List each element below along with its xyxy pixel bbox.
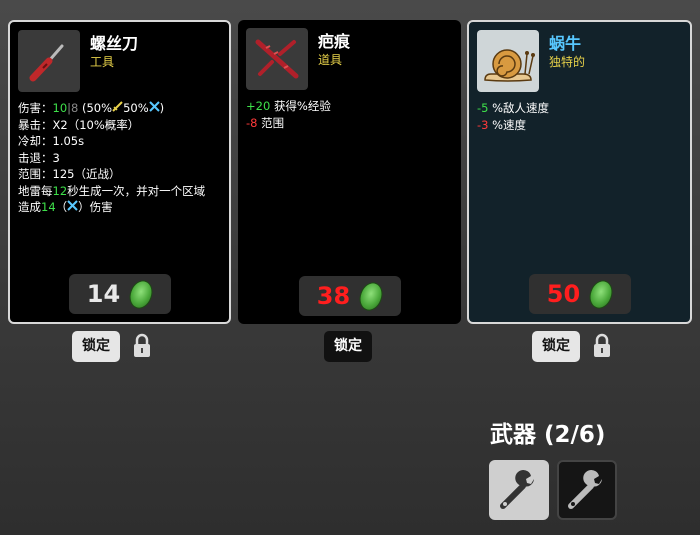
effect-line: +20 获得%经验 <box>246 99 331 113</box>
weapons-title: 武器 (2/6) <box>490 422 606 448</box>
padlock-icon[interactable] <box>131 333 153 359</box>
snail-icon <box>477 30 539 92</box>
lock-button[interactable]: 锁定 <box>72 331 120 362</box>
weapon-stats: 伤害：10|8 (50% 50%) 暴击：X2（10%概率） 冷却：1.05s 击… <box>18 100 205 216</box>
price-value: 50 <box>546 280 581 308</box>
wrench-icon <box>568 470 602 509</box>
lock-button[interactable]: 锁定 <box>532 331 580 362</box>
crossed-tools-icon <box>67 200 78 211</box>
weapon-slot[interactable] <box>489 460 549 520</box>
price-value: 14 <box>86 280 121 308</box>
item-effects: -5 %敌人速度 -3 %速度 <box>477 100 549 133</box>
coin-icon <box>125 276 157 312</box>
sword-icon <box>112 101 123 112</box>
coin-icon <box>585 276 617 312</box>
scar-icon <box>246 28 308 90</box>
price-tag[interactable]: 50 <box>528 274 631 314</box>
price-tag[interactable]: 38 <box>298 276 401 316</box>
price-value: 38 <box>316 282 351 310</box>
cooldown-line: 冷却：1.05s <box>18 134 85 148</box>
range-line: 范围：125（近战） <box>18 167 121 181</box>
item-effects: +20 获得%经验 -8 范围 <box>246 98 331 131</box>
card-title: 蜗牛 <box>549 34 582 53</box>
card-title: 疤痕 <box>318 32 351 51</box>
card-type: 工具 <box>90 55 115 69</box>
lock-button[interactable]: 锁定 <box>324 331 372 362</box>
effect-line: -5 %敌人速度 <box>477 101 550 115</box>
knockback-line: 击退：3 <box>18 150 60 165</box>
effect-line: -8 范围 <box>246 115 285 130</box>
shop-card-screwdriver[interactable]: 螺丝刀 工具 伤害：10|8 (50% 50%) 暴击：X2（10%概率） 冷却：… <box>8 20 231 324</box>
shop-card-snail[interactable]: 蜗牛 独特的 -5 %敌人速度 -3 %速度 50 <box>467 20 692 324</box>
weapon-slot[interactable] <box>557 460 617 520</box>
shop-card-scar[interactable]: 疤痕 道具 +20 获得%经验 -8 范围 38 <box>238 20 461 324</box>
padlock-icon[interactable] <box>591 333 613 359</box>
mine-line-1: 地雷每12秒生成一次，并对一个区域 <box>18 183 206 198</box>
screwdriver-icon <box>18 30 80 92</box>
crossed-tools-icon <box>148 101 160 112</box>
damage-line: 伤害：10|8 (50% 50%) <box>18 101 165 115</box>
wrench-icon <box>500 470 534 509</box>
price-tag[interactable]: 14 <box>68 274 171 314</box>
effect-line: -3 %速度 <box>477 117 527 132</box>
card-type: 道具 <box>318 53 343 67</box>
crit-line: 暴击：X2（10%概率） <box>18 117 140 132</box>
coin-icon <box>355 278 387 314</box>
mine-line-2: 造成14（ ）伤害 <box>18 200 113 214</box>
card-title: 螺丝刀 <box>90 34 139 53</box>
card-type: 独特的 <box>549 55 586 69</box>
